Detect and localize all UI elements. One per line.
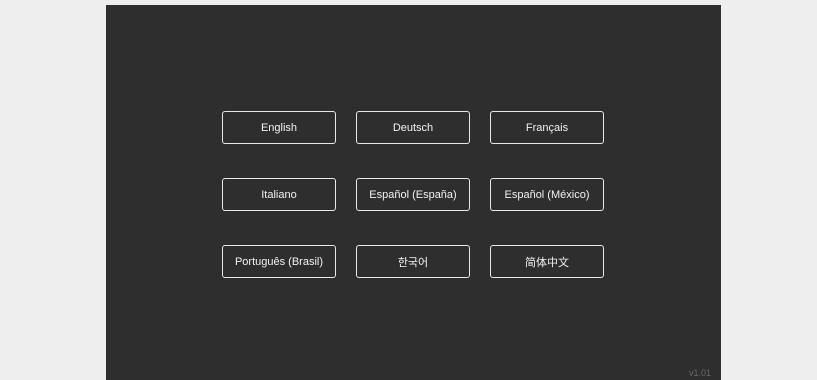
language-button-espanol-espana[interactable]: Español (España) bbox=[356, 178, 470, 211]
language-button-portugues-brasil[interactable]: Português (Brasil) bbox=[222, 245, 336, 278]
language-button-deutsch[interactable]: Deutsch bbox=[356, 111, 470, 144]
language-select-screen: English Deutsch Français Italiano Españo… bbox=[106, 5, 721, 380]
language-options-grid: English Deutsch Français Italiano Españo… bbox=[222, 111, 604, 278]
language-button-espanol-mexico[interactable]: Español (México) bbox=[490, 178, 604, 211]
language-button-english[interactable]: English bbox=[222, 111, 336, 144]
language-button-italiano[interactable]: Italiano bbox=[222, 178, 336, 211]
language-button-simplified-chinese[interactable]: 简体中文 bbox=[490, 245, 604, 278]
version-label: v1.01 bbox=[688, 368, 711, 378]
language-button-francais[interactable]: Français bbox=[490, 111, 604, 144]
language-button-korean[interactable]: 한국어 bbox=[356, 245, 470, 278]
